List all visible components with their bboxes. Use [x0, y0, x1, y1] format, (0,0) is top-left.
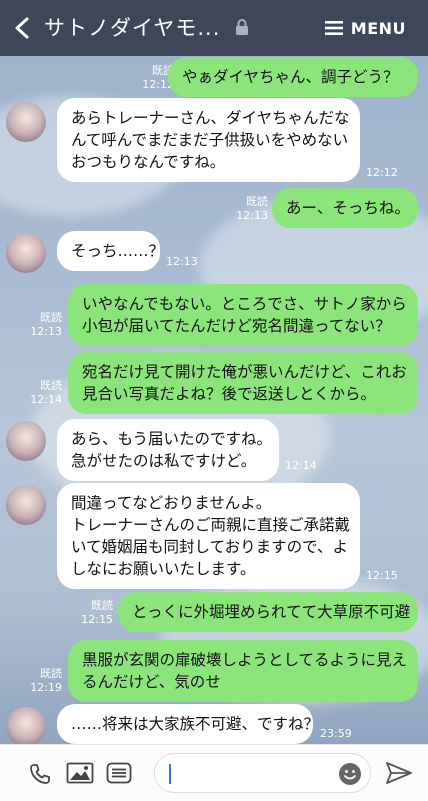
message-text: いやなんでもない。ところでさ、サトノ家から	[82, 295, 407, 313]
message-composer	[0, 744, 428, 801]
message-bubble-outgoing[interactable]: やぁダイヤちゃん、調子どう？	[168, 57, 418, 97]
text-caret	[169, 764, 171, 784]
back-icon[interactable]	[12, 16, 34, 40]
message-text: 急がせたのは私ですけど。	[71, 452, 257, 470]
message-time: 12:14	[285, 459, 317, 472]
message-text: 宛名だけ見て開けた俺が悪いんだけど、これお	[82, 363, 407, 381]
list-icon[interactable]	[106, 762, 132, 784]
message-meta: 既読 12:19	[30, 667, 62, 695]
send-icon[interactable]	[385, 761, 413, 785]
message-time: 12:15	[366, 569, 398, 582]
message-meta: 既読 12:14	[30, 379, 62, 407]
message-bubble-outgoing[interactable]: あー、そっちね。	[272, 188, 418, 228]
menu-icon	[324, 21, 343, 35]
message-text: るんだけど、気のせ	[82, 673, 221, 691]
message-time: 12:13	[30, 325, 62, 338]
read-receipt: 既読	[91, 599, 113, 612]
message-text: 間違ってなどおりませんよ。	[71, 494, 272, 512]
message-text: おつもりなんですね。	[71, 153, 226, 171]
message-time: 12:14	[30, 393, 62, 406]
message-text: あら、もう届いたのですね。	[71, 430, 273, 448]
read-receipt: 既読	[246, 195, 268, 208]
message-bubble-outgoing[interactable]: いやなんでもない。ところでさ、サトノ家から 小包が届いてたんだけど宛名間違ってな…	[68, 284, 418, 346]
message-text: しなにお願いいたします。	[71, 560, 256, 578]
message-meta: 既読 12:15	[81, 599, 113, 627]
read-receipt: 既読	[40, 311, 62, 324]
avatar[interactable]	[6, 233, 46, 273]
chat-header: サトノダイヤモ... MENU	[0, 0, 428, 56]
message-time: 12:13	[236, 209, 268, 222]
menu-button[interactable]: MENU	[324, 16, 406, 40]
message-input[interactable]	[154, 753, 371, 793]
message-text: そっち……？	[71, 242, 165, 260]
message-time: 12:15	[81, 613, 113, 626]
chat-area[interactable]: 既読 12:12 やぁダイヤちゃん、調子どう？ あらトレーナーさん、ダイヤちゃん…	[0, 56, 428, 744]
chat-title[interactable]: サトノダイヤモ...	[44, 14, 224, 42]
read-receipt: 既読	[40, 379, 62, 392]
message-text: 黒服が玄関の扉破壊しようとしてるように見え	[82, 651, 408, 669]
message-meta: 既読 12:13	[236, 195, 268, 223]
message-text: 見合い写真だよね？後で返送しとくから。	[82, 385, 377, 403]
message-bubble-outgoing[interactable]: 宛名だけ見て開けた俺が悪いんだけど、これお 見合い写真だよね？後で返送しとくから…	[68, 352, 418, 414]
message-time: 12:12	[366, 166, 398, 179]
message-text: んて呼んでまだまだ子供扱いをやめない	[71, 131, 349, 149]
avatar[interactable]	[6, 485, 46, 525]
menu-label: MENU	[350, 18, 406, 38]
message-text: とっくに外堀埋められてて大草原不可避	[132, 603, 411, 621]
message-text: いて婚姻届も同封しておりますので、よ	[71, 538, 348, 556]
avatar[interactable]	[6, 102, 46, 142]
message-bubble-incoming[interactable]: あら、もう届いたのですね。 急がせたのは私ですけど。	[57, 419, 279, 481]
phone-icon[interactable]	[28, 762, 52, 786]
message-time: 23:59	[320, 727, 352, 740]
message-time: 12:19	[30, 681, 62, 694]
message-bubble-outgoing[interactable]: とっくに外堀埋められてて大草原不可避	[118, 592, 418, 632]
avatar[interactable]	[6, 707, 46, 744]
avatar[interactable]	[6, 421, 46, 461]
message-meta: 既読 12:13	[30, 311, 62, 339]
read-receipt: 既読	[40, 667, 62, 680]
message-text: ……将来は大家族不可避、ですね？	[71, 715, 320, 733]
lock-icon	[236, 19, 248, 35]
message-text: トレーナーさんのご両親に直接ご承諾戴	[71, 516, 351, 534]
message-text: やぁダイヤちゃん、調子どう？	[182, 68, 399, 86]
message-text: あー、そっちね。	[286, 199, 410, 217]
message-time: 12:13	[166, 255, 198, 268]
image-icon[interactable]	[66, 762, 94, 784]
message-bubble-incoming[interactable]: そっち……？	[57, 231, 165, 271]
emoji-icon[interactable]	[338, 762, 362, 786]
message-bubble-outgoing[interactable]: 黒服が玄関の扉破壊しようとしてるように見え るんだけど、気のせ	[68, 640, 418, 702]
message-text: 小包が届いてたんだけど宛名間違ってない？	[82, 317, 391, 335]
message-bubble-incoming[interactable]: 間違ってなどおりませんよ。 トレーナーさんのご両親に直接ご承諾戴 いて婚姻届も同…	[57, 483, 360, 589]
message-bubble-incoming[interactable]: ……将来は大家族不可避、ですね？	[57, 704, 320, 744]
message-bubble-incoming[interactable]: あらトレーナーさん、ダイヤちゃんだな んて呼んでまだまだ子供扱いをやめない おつ…	[57, 98, 360, 182]
message-text: あらトレーナーさん、ダイヤちゃんだな	[71, 109, 350, 127]
